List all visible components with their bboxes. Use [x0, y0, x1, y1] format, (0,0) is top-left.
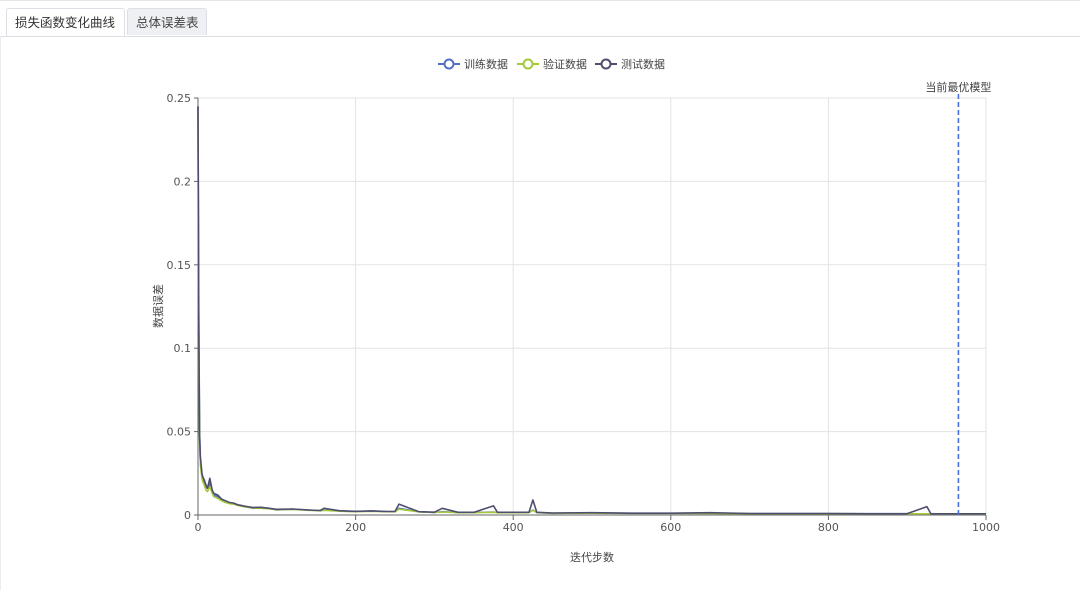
- legend-circle-icon: [443, 58, 455, 70]
- best-model-label: 当前最优模型: [925, 80, 991, 94]
- x-tick-label: 0: [195, 521, 202, 534]
- series-line-0: [197, 106, 986, 515]
- series-line-2: [197, 106, 986, 515]
- y-tick-label: 0.2: [174, 175, 192, 188]
- tab-loss-curve[interactable]: 损失函数变化曲线: [6, 8, 125, 36]
- series-lines: [197, 106, 986, 515]
- y-tick-label: 0.1: [174, 342, 192, 355]
- x-axis-title: 迭代步数: [570, 551, 614, 564]
- legend-label: 测试数据: [621, 57, 665, 71]
- x-tick-label: 600: [660, 521, 681, 534]
- loss-chart: 0 200 400 600 800 1000 0 0.05 0.1 0.15 0.2 0.25 当前最…: [151, 57, 1001, 564]
- y-axis-title: 数据误差: [151, 284, 165, 328]
- y-tick-label: 0.05: [167, 426, 192, 439]
- legend-item-1[interactable]: 验证数据: [517, 57, 587, 71]
- y-tick-label: 0.15: [167, 259, 192, 272]
- chart-panel: 0 200 400 600 800 1000 0 0.05 0.1 0.15 0.2 0.25 当前最…: [0, 36, 1080, 590]
- x-tick-label: 1000: [972, 521, 1000, 534]
- legend-circle-icon: [600, 58, 612, 70]
- legend-item-0[interactable]: 训练数据: [438, 57, 508, 71]
- legend-item-2[interactable]: 测试数据: [595, 57, 665, 71]
- x-tick-label: 200: [345, 521, 366, 534]
- legend-label: 训练数据: [464, 57, 508, 71]
- legend-label: 验证数据: [543, 57, 587, 71]
- series-line-1: [197, 114, 986, 515]
- tab-error-table[interactable]: 总体误差表: [127, 8, 207, 35]
- x-tick-label: 400: [503, 521, 524, 534]
- y-tick-label: 0: [184, 509, 191, 522]
- best-model-marker: 当前最优模型: [925, 80, 991, 515]
- legend-circle-icon: [522, 58, 534, 70]
- tab-bar: 损失函数变化曲线 总体误差表: [0, 8, 1080, 37]
- legend[interactable]: 训练数据 验证数据 测试数据: [438, 57, 665, 71]
- y-tick-label: 0.25: [167, 92, 192, 105]
- top-border: [0, 0, 1080, 1]
- x-tick-label: 800: [818, 521, 839, 534]
- grid-lines: [197, 97, 987, 516]
- axes: 0 200 400 600 800 1000 0 0.05 0.1 0.15 0.2 0.25: [167, 92, 1001, 534]
